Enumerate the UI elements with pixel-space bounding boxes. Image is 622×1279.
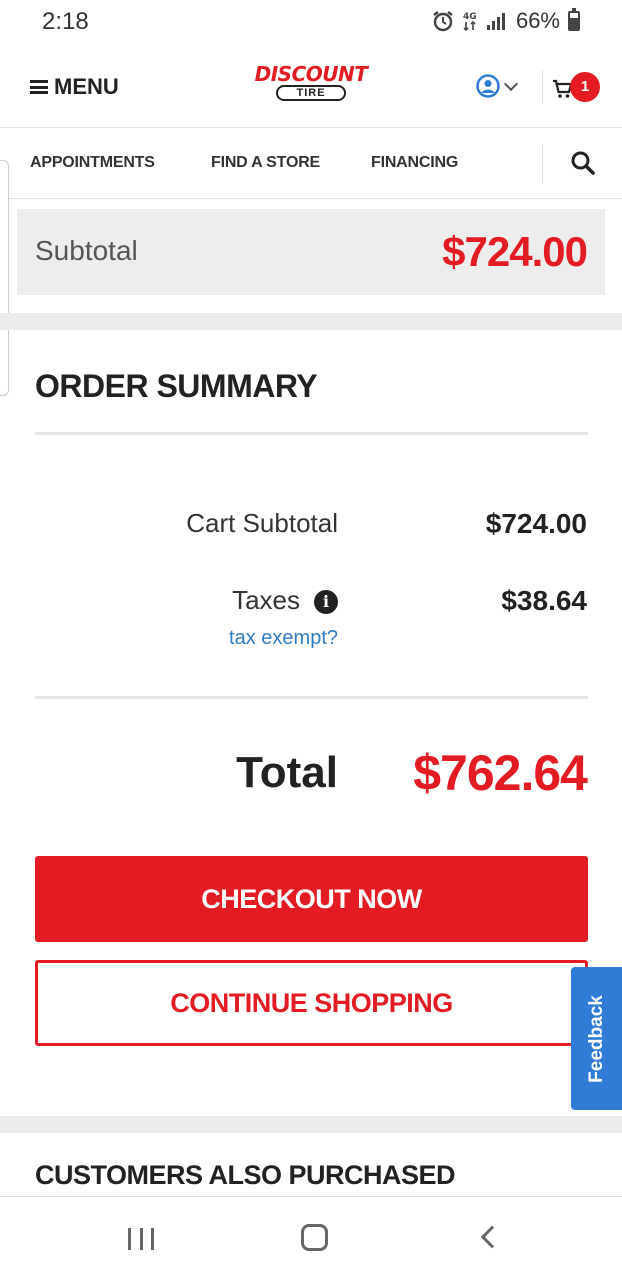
data-4g-icon: 4G (463, 12, 477, 32)
status-time: 2:18 (42, 8, 89, 35)
search-button[interactable] (570, 150, 596, 176)
nav-appointments[interactable]: APPOINTMENTS (30, 154, 155, 172)
logo-wordmark-top: DISCOUNT (254, 62, 368, 86)
battery-percent: 66% (515, 8, 560, 33)
signal-icon (486, 13, 505, 30)
total-label: Total (236, 748, 338, 797)
summary-divider-bottom (35, 696, 588, 699)
top-nav: APPOINTMENTS FIND A STORE FINANCING (0, 128, 622, 199)
taxes-value: $38.64 (501, 585, 587, 616)
back-icon[interactable] (480, 1225, 504, 1249)
hamburger-icon (30, 80, 48, 94)
nav-financing[interactable]: FINANCING (371, 154, 458, 172)
customers-also-purchased-title: CUSTOMERS ALSO PURCHASED (35, 1160, 456, 1190)
svg-text:4G: 4G (463, 12, 477, 22)
order-summary-title: ORDER SUMMARY (35, 368, 318, 404)
feedback-label: Feedback (585, 994, 607, 1083)
search-icon (571, 151, 595, 175)
battery-icon (568, 8, 580, 31)
taxes-label: Taxes (232, 585, 300, 615)
feedback-tab[interactable]: Feedback (571, 967, 622, 1110)
discount-tire-logo[interactable]: DISCOUNT TIRE (248, 64, 374, 102)
menu-label: MENU (54, 74, 119, 99)
cart-subtotal-value: $724.00 (485, 508, 587, 539)
user-icon (476, 74, 500, 98)
cart-button[interactable]: 1 (552, 72, 602, 104)
alarm-icon (433, 11, 453, 32)
checkout-now-button[interactable]: CHECKOUT NOW (35, 856, 588, 942)
subtotal-bar: Subtotal $724.00 (17, 209, 605, 295)
site-header: MENU DISCOUNT TIRE 1 (0, 44, 622, 128)
section-separator-2 (0, 1116, 622, 1133)
status-icons: 4G 66% (432, 8, 580, 34)
subtotal-value: $724.00 (442, 228, 588, 275)
continue-shopping-button[interactable]: CONTINUE SHOPPING (35, 960, 588, 1046)
section-separator (0, 313, 622, 330)
cart-count-badge: 1 (570, 72, 600, 102)
cart-subtotal-label: Cart Subtotal (186, 508, 338, 538)
recents-icon[interactable] (128, 1228, 154, 1250)
logo-wordmark-bottom: TIRE (276, 85, 346, 101)
total-value: $762.64 (413, 745, 588, 801)
side-drawer-edge[interactable] (0, 160, 9, 396)
status-bar: 2:18 4G 66% (0, 0, 622, 44)
chevron-down-icon (503, 76, 519, 91)
nav-find-a-store[interactable]: FIND A STORE (211, 154, 320, 172)
info-icon[interactable]: i (314, 590, 338, 614)
taxes-row-label: Taxes i (232, 585, 338, 616)
nav-divider (542, 144, 543, 184)
menu-button[interactable]: MENU (30, 74, 119, 100)
header-divider (542, 70, 543, 104)
subtotal-label: Subtotal (35, 235, 138, 266)
summary-divider-top (35, 432, 588, 435)
home-icon[interactable] (301, 1224, 328, 1251)
android-nav-bar (0, 1196, 622, 1279)
tax-exempt-link[interactable]: tax exempt? (229, 627, 338, 650)
account-button[interactable] (476, 74, 519, 98)
